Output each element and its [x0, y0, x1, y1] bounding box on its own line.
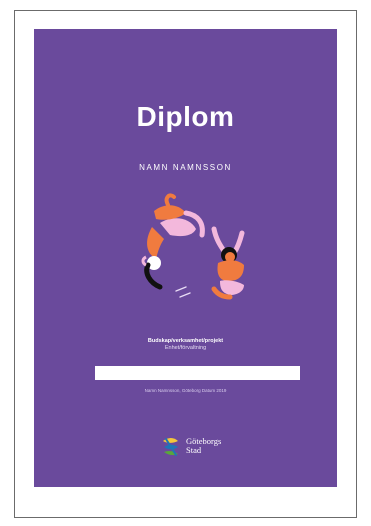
- logo-line-2: Stad: [186, 445, 202, 455]
- lower-figure: [211, 226, 245, 300]
- organization-label: Budskap/verksamhet/projekt: [147, 338, 224, 344]
- upper-figure: [141, 193, 205, 290]
- name-field[interactable]: [95, 366, 300, 380]
- motion-lines: [175, 286, 191, 298]
- diploma-card: Diplom NAMN NAMNSSON Budskap/verksamhet/…: [34, 29, 337, 487]
- signature-line: Namn Namnsson, Göteborg Datum 2019: [144, 388, 227, 393]
- logo-text: Göteborgs Stad: [186, 437, 221, 455]
- jumping-people-illustration: [141, 193, 245, 300]
- recipient-name: NAMN NAMNSSON: [139, 163, 232, 172]
- goteborgs-stad-logo-icon: [163, 438, 178, 456]
- diploma-title: Diplom: [136, 101, 235, 132]
- unit-label: Enhet/förvaltning: [164, 345, 207, 351]
- goteborgs-stad-logo: Göteborgs Stad: [160, 435, 240, 459]
